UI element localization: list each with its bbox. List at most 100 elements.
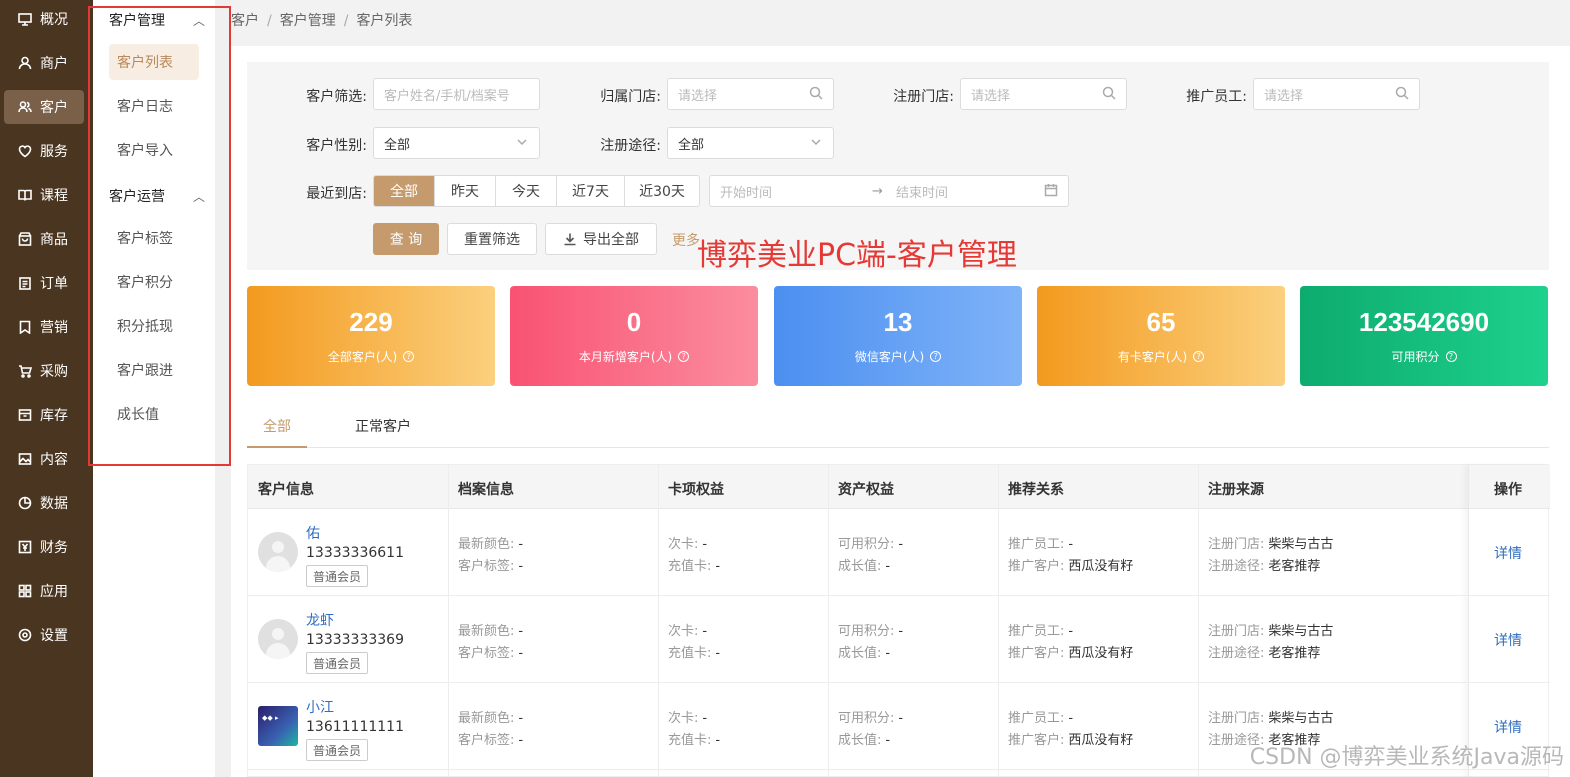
nav-label: 订单 [40, 276, 68, 292]
group-label: 客户运营 [109, 189, 165, 205]
help-icon[interactable]: ? [930, 351, 942, 362]
help-icon[interactable]: ? [403, 351, 415, 362]
col-header: 档案信息 [458, 482, 514, 498]
tab-all[interactable]: 全部 [263, 416, 291, 436]
col-header: 资产权益 [838, 482, 894, 498]
nav-item-customer[interactable]: 客户 [4, 90, 84, 124]
nav-label: 客户 [40, 100, 68, 116]
image-icon [18, 452, 32, 466]
detail-link[interactable]: 详情 [1494, 630, 1522, 650]
customer-table: 客户信息 档案信息 卡项权益 资产权益 推荐关系 注册来源 操作 佑 13333… [247, 464, 1550, 777]
nav-item-goods[interactable]: 商品 [4, 222, 84, 256]
kv-stored-card: 充值卡: - [668, 733, 721, 748]
recent-option-7days[interactable]: 近7天 [557, 176, 625, 206]
kv-reg-store: 注册门店: 柴柴与古古 [1208, 537, 1334, 552]
nav-item-inventory[interactable]: 库存 [4, 398, 84, 432]
col-header: 卡项权益 [668, 482, 724, 498]
kv-promoter: 推广员工: - [1008, 711, 1074, 726]
filter-label: 客户性别: [306, 138, 367, 154]
customer-name-link[interactable]: 小江 [306, 697, 334, 717]
nav-item-course[interactable]: 课程 [4, 178, 84, 212]
filter-label: 注册门店: [893, 89, 954, 105]
chevron-down-icon [515, 135, 529, 149]
sub-menu: 客户管理 ︿ 客户列表 客户日志 客户导入 客户运营 ︿ 客户标签 客户积分 积分抵… [93, 0, 215, 777]
kv-promo-customer: 推广客户: 西瓜没有籽 [1008, 559, 1134, 574]
date-range-picker[interactable]: 开始时间 → 结束时间 [709, 175, 1069, 207]
recent-option-today[interactable]: 今天 [496, 176, 557, 206]
customer-name-link[interactable]: 龙虾 [306, 610, 334, 630]
chevron-up-icon: ︿ [192, 13, 205, 28]
bag-icon [18, 232, 32, 246]
monitor-icon [18, 12, 32, 26]
nav-item-merchant[interactable]: 商户 [4, 46, 84, 80]
kv-tag: 客户标签: - [458, 646, 524, 661]
nav-item-apps[interactable]: 应用 [4, 574, 84, 608]
submenu-item-customer-followup[interactable]: 客户跟进 [109, 352, 199, 388]
stat-card-card-holders[interactable]: 65 有卡客户(人)? [1037, 286, 1285, 386]
submenu-group-customer-mgmt[interactable]: 客户管理 ︿ [109, 10, 205, 30]
submenu-group-customer-ops[interactable]: 客户运营 ︿ [109, 186, 205, 206]
member-level-tag: 普通会员 [306, 739, 369, 761]
nav-item-content[interactable]: 内容 [4, 442, 84, 476]
detail-link[interactable]: 详情 [1494, 543, 1522, 563]
kv-reg-channel: 注册途径: 老客推荐 [1208, 559, 1321, 574]
breadcrumb: 客户 / 客户管理 / 客户列表 [231, 13, 413, 29]
users-icon [18, 100, 32, 114]
promoter-select[interactable]: 请选择 [1253, 78, 1420, 110]
stat-card-total[interactable]: 229 全部客户(人)? [247, 286, 495, 386]
submenu-item-customer-tags[interactable]: 客户标签 [109, 220, 199, 256]
nav-item-marketing[interactable]: 营销 [4, 310, 84, 344]
nav-item-settings[interactable]: 设置 [4, 618, 84, 652]
nav-label: 采购 [40, 364, 68, 380]
submenu-item-customer-import[interactable]: 客户导入 [109, 132, 199, 168]
recent-option-all[interactable]: 全部 [374, 176, 435, 206]
customer-search-input[interactable]: 客户姓名/手机/档案号 [373, 78, 540, 110]
more-filters-link[interactable]: 更多 [672, 230, 700, 250]
submenu-item-points-cash[interactable]: 积分抵现 [109, 308, 199, 344]
kv-points: 可用积分: - [838, 624, 904, 639]
home-store-select[interactable]: 请选择 [667, 78, 834, 110]
customer-name-link[interactable]: 佑 [306, 523, 320, 543]
detail-link[interactable]: 详情 [1494, 717, 1522, 737]
kv-points: 可用积分: - [838, 537, 904, 552]
customer-phone: 13333336611 [306, 545, 404, 561]
start-date[interactable]: 开始时间 [720, 182, 872, 201]
export-all-button[interactable]: 导出全部 [545, 223, 657, 255]
nav-item-data[interactable]: 数据 [4, 486, 84, 520]
nav-label: 库存 [40, 408, 68, 424]
arrow-right-icon: → [872, 183, 883, 199]
reg-store-select[interactable]: 请选择 [960, 78, 1127, 110]
submenu-item-customer-points[interactable]: 客户积分 [109, 264, 199, 300]
help-icon[interactable]: ? [1445, 351, 1457, 362]
stat-card-wechat[interactable]: 13 微信客户(人)? [774, 286, 1022, 386]
nav-label: 服务 [40, 144, 68, 160]
recent-option-yesterday[interactable]: 昨天 [435, 176, 496, 206]
breadcrumb-item[interactable]: 客户管理 [280, 13, 336, 29]
avatar: ◆◆ ▸ [258, 706, 298, 746]
nav-item-overview[interactable]: 概况 [4, 2, 84, 36]
help-icon[interactable]: ? [1193, 351, 1205, 362]
stat-card-points[interactable]: 123542690 可用积分? [1300, 286, 1548, 386]
recent-option-30days[interactable]: 近30天 [625, 176, 699, 206]
kv-growth: 成长值: - [838, 646, 891, 661]
kv-reg-channel: 注册途径: 老客推荐 [1208, 646, 1321, 661]
nav-item-finance[interactable]: 财务 [4, 530, 84, 564]
nav-item-order[interactable]: 订单 [4, 266, 84, 300]
table-row: 龙虾 13333333369 普通会员 最新颜色: - 客户标签: - 次卡: - 充… [248, 596, 1550, 683]
nav-item-service[interactable]: 服务 [4, 134, 84, 168]
submenu-item-customer-list[interactable]: 客户列表 [109, 44, 199, 80]
submenu-item-customer-log[interactable]: 客户日志 [109, 88, 199, 124]
help-icon[interactable]: ? [678, 351, 690, 362]
channel-select[interactable]: 全部 [667, 127, 834, 159]
kv-color: 最新颜色: - [458, 711, 524, 726]
end-date[interactable]: 结束时间 [896, 182, 948, 201]
gender-select[interactable]: 全部 [373, 127, 540, 159]
nav-item-purchase[interactable]: 采购 [4, 354, 84, 388]
breadcrumb-item[interactable]: 客户 [231, 13, 259, 29]
tab-normal[interactable]: 正常客户 [355, 416, 411, 436]
query-button[interactable]: 查 询 [373, 223, 439, 255]
submenu-item-growth[interactable]: 成长值 [109, 396, 199, 432]
kv-stored-card: 充值卡: - [668, 646, 721, 661]
stat-card-new[interactable]: 0 本月新增客户(人)? [510, 286, 758, 386]
reset-filter-button[interactable]: 重置筛选 [447, 223, 537, 255]
